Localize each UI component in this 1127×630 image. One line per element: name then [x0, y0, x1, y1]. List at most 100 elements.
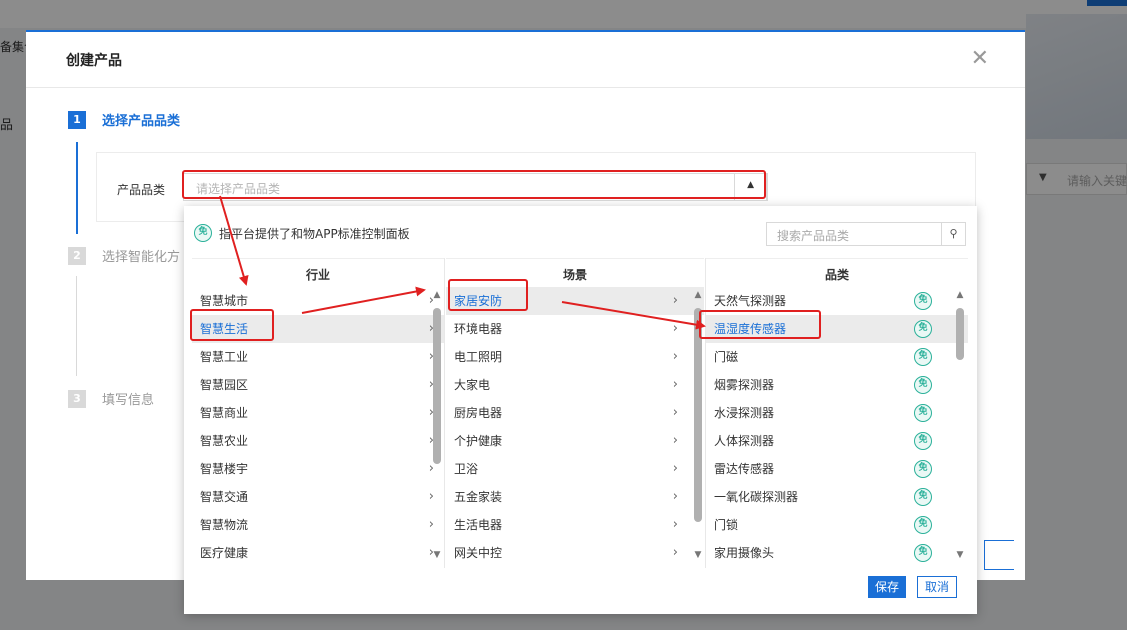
category-dropdown-panel: 免 指平台提供了和物APP标准控制面板 搜索产品品类 ⚲ 行业 智慧城市 › 智慧生…: [184, 206, 977, 614]
scene-option[interactable]: 大家电 ›: [446, 371, 704, 399]
scrollbar-thumb[interactable]: [694, 308, 702, 522]
chevron-right-icon: ›: [672, 461, 678, 476]
scene-option-label: 生活电器: [454, 518, 503, 532]
industry-option[interactable]: 智慧园区 ›: [192, 371, 444, 399]
category-option[interactable]: 人体探测器 免: [706, 427, 968, 455]
step-label: 选择智能化方: [102, 250, 181, 265]
industry-column-header: 行业: [305, 268, 330, 282]
save-button[interactable]: 保存: [868, 576, 906, 598]
scene-option-label: 厨房电器: [454, 406, 503, 420]
industry-option-label: 智慧城市: [200, 294, 249, 308]
industry-option-label: 智慧工业: [200, 350, 249, 364]
industry-option-label: 智慧楼宇: [200, 462, 249, 476]
category-option[interactable]: 烟雾探测器 免: [706, 371, 968, 399]
industry-option[interactable]: 智慧城市 ›: [192, 287, 444, 315]
category-column: 品类 天然气探测器免温湿度传感器免门磁免烟雾探测器免水浸探测器免人体探测器免雷达…: [706, 258, 968, 568]
free-badge-icon: 免: [914, 432, 932, 450]
category-option-label: 家用摄像头: [714, 546, 775, 560]
scene-option[interactable]: 五金家装 ›: [446, 483, 704, 511]
industry-option[interactable]: 智慧农业 ›: [192, 427, 444, 455]
category-option-label: 一氧化碳探测器: [714, 490, 799, 504]
chevron-right-icon: ›: [672, 517, 678, 532]
column-divider: [444, 258, 445, 568]
category-option[interactable]: 天然气探测器 免: [706, 287, 968, 315]
scrollbar-thumb[interactable]: [433, 308, 441, 464]
scroll-up-icon[interactable]: ▲: [693, 290, 703, 300]
category-scrollbar[interactable]: ▲ ▼: [955, 290, 965, 560]
scene-option[interactable]: 环境电器 ›: [446, 315, 704, 343]
free-badge-icon: 免: [914, 292, 932, 310]
free-badge-icon: 免: [914, 516, 932, 534]
category-search-placeholder: 搜索产品品类: [777, 229, 850, 243]
industry-scrollbar[interactable]: ▲ ▼: [432, 290, 442, 560]
category-select-placeholder: 请选择产品品类: [196, 182, 281, 196]
category-option-label: 天然气探测器: [714, 294, 787, 308]
scene-option[interactable]: 网关中控 ›: [446, 539, 704, 567]
industry-option-label: 智慧商业: [200, 406, 249, 420]
scrollbar-thumb[interactable]: [956, 308, 964, 360]
scene-option-label: 家居安防: [454, 294, 503, 308]
scroll-up-icon[interactable]: ▲: [432, 290, 442, 300]
close-icon[interactable]: ✕: [971, 46, 989, 71]
scene-option[interactable]: 家居安防 ›: [446, 287, 704, 315]
scene-option-label: 电工照明: [454, 350, 503, 364]
step-1: 1 选择产品品类: [68, 110, 180, 129]
category-column-header: 品类: [824, 268, 849, 282]
scene-option[interactable]: 生活电器 ›: [446, 511, 704, 539]
scene-column-header: 场景: [562, 268, 587, 282]
category-select[interactable]: 请选择产品品类 ▲: [183, 173, 767, 201]
select-addon: [734, 173, 768, 201]
scroll-down-icon[interactable]: ▼: [693, 550, 703, 560]
step-connector: [76, 276, 77, 376]
industry-option-label: 智慧生活: [200, 322, 249, 336]
category-search-input[interactable]: 搜索产品品类 ⚲: [766, 222, 966, 246]
industry-option[interactable]: 智慧工业 ›: [192, 343, 444, 371]
step-number: 3: [68, 389, 86, 408]
category-option[interactable]: 门磁 免: [706, 343, 968, 371]
category-option[interactable]: 家用摄像头 免: [706, 539, 968, 567]
scroll-down-icon[interactable]: ▼: [432, 550, 442, 560]
industry-option-label: 智慧农业: [200, 434, 249, 448]
scene-option[interactable]: 卫浴 ›: [446, 455, 704, 483]
cancel-button[interactable]: 取消: [917, 576, 957, 598]
scene-option-label: 卫浴: [454, 462, 479, 476]
scene-scrollbar[interactable]: ▲ ▼: [693, 290, 703, 560]
category-option-label: 水浸探测器: [714, 406, 775, 420]
industry-option[interactable]: 智慧交通 ›: [192, 483, 444, 511]
industry-option[interactable]: 智慧商业 ›: [192, 399, 444, 427]
modal-title: 创建产品: [66, 53, 122, 69]
scene-option[interactable]: 个护健康 ›: [446, 427, 704, 455]
industry-option-label: 智慧交通: [200, 490, 249, 504]
free-badge-icon: 免: [914, 488, 932, 506]
scene-column: 场景 家居安防 › 环境电器 › 电工照明 › 大家电 › 厨房电器 › 个护健康 › 卫浴 › 五金家装 ›…: [446, 258, 704, 568]
industry-option[interactable]: 医疗健康 ›: [192, 539, 444, 567]
free-badge-icon: 免: [914, 376, 932, 394]
scene-option[interactable]: 厨房电器 ›: [446, 399, 704, 427]
category-option-label: 烟雾探测器: [714, 378, 775, 392]
industry-option[interactable]: 智慧生活 ›: [192, 315, 444, 343]
category-option[interactable]: 温湿度传感器 免: [706, 315, 968, 343]
category-option-label: 门磁: [714, 350, 739, 364]
industry-option-label: 智慧园区: [200, 378, 249, 392]
free-panel-note: 免 指平台提供了和物APP标准控制面板: [194, 224, 410, 242]
scroll-down-icon[interactable]: ▼: [955, 550, 965, 560]
category-option[interactable]: 一氧化碳探测器 免: [706, 483, 968, 511]
scroll-up-icon[interactable]: ▲: [955, 290, 965, 300]
industry-option[interactable]: 智慧物流 ›: [192, 511, 444, 539]
category-option[interactable]: 雷达传感器 免: [706, 455, 968, 483]
free-badge-icon: 免: [914, 320, 932, 338]
industry-option[interactable]: 智慧楼宇 ›: [192, 455, 444, 483]
modal-footer-button[interactable]: [984, 540, 1014, 570]
category-field-label: 产品品类: [117, 183, 166, 197]
free-badge-icon: 免: [914, 544, 932, 562]
category-option[interactable]: 水浸探测器 免: [706, 399, 968, 427]
step-label: 选择产品品类: [102, 114, 181, 129]
chevron-right-icon: ›: [672, 433, 678, 448]
category-option-label: 温湿度传感器: [714, 322, 787, 336]
scene-option[interactable]: 电工照明 ›: [446, 343, 704, 371]
modal-header: 创建产品 ✕: [26, 32, 1025, 88]
chevron-right-icon: ›: [672, 545, 678, 560]
step-number: 2: [68, 246, 86, 265]
search-icon[interactable]: ⚲: [941, 223, 965, 245]
category-option[interactable]: 门锁 免: [706, 511, 968, 539]
